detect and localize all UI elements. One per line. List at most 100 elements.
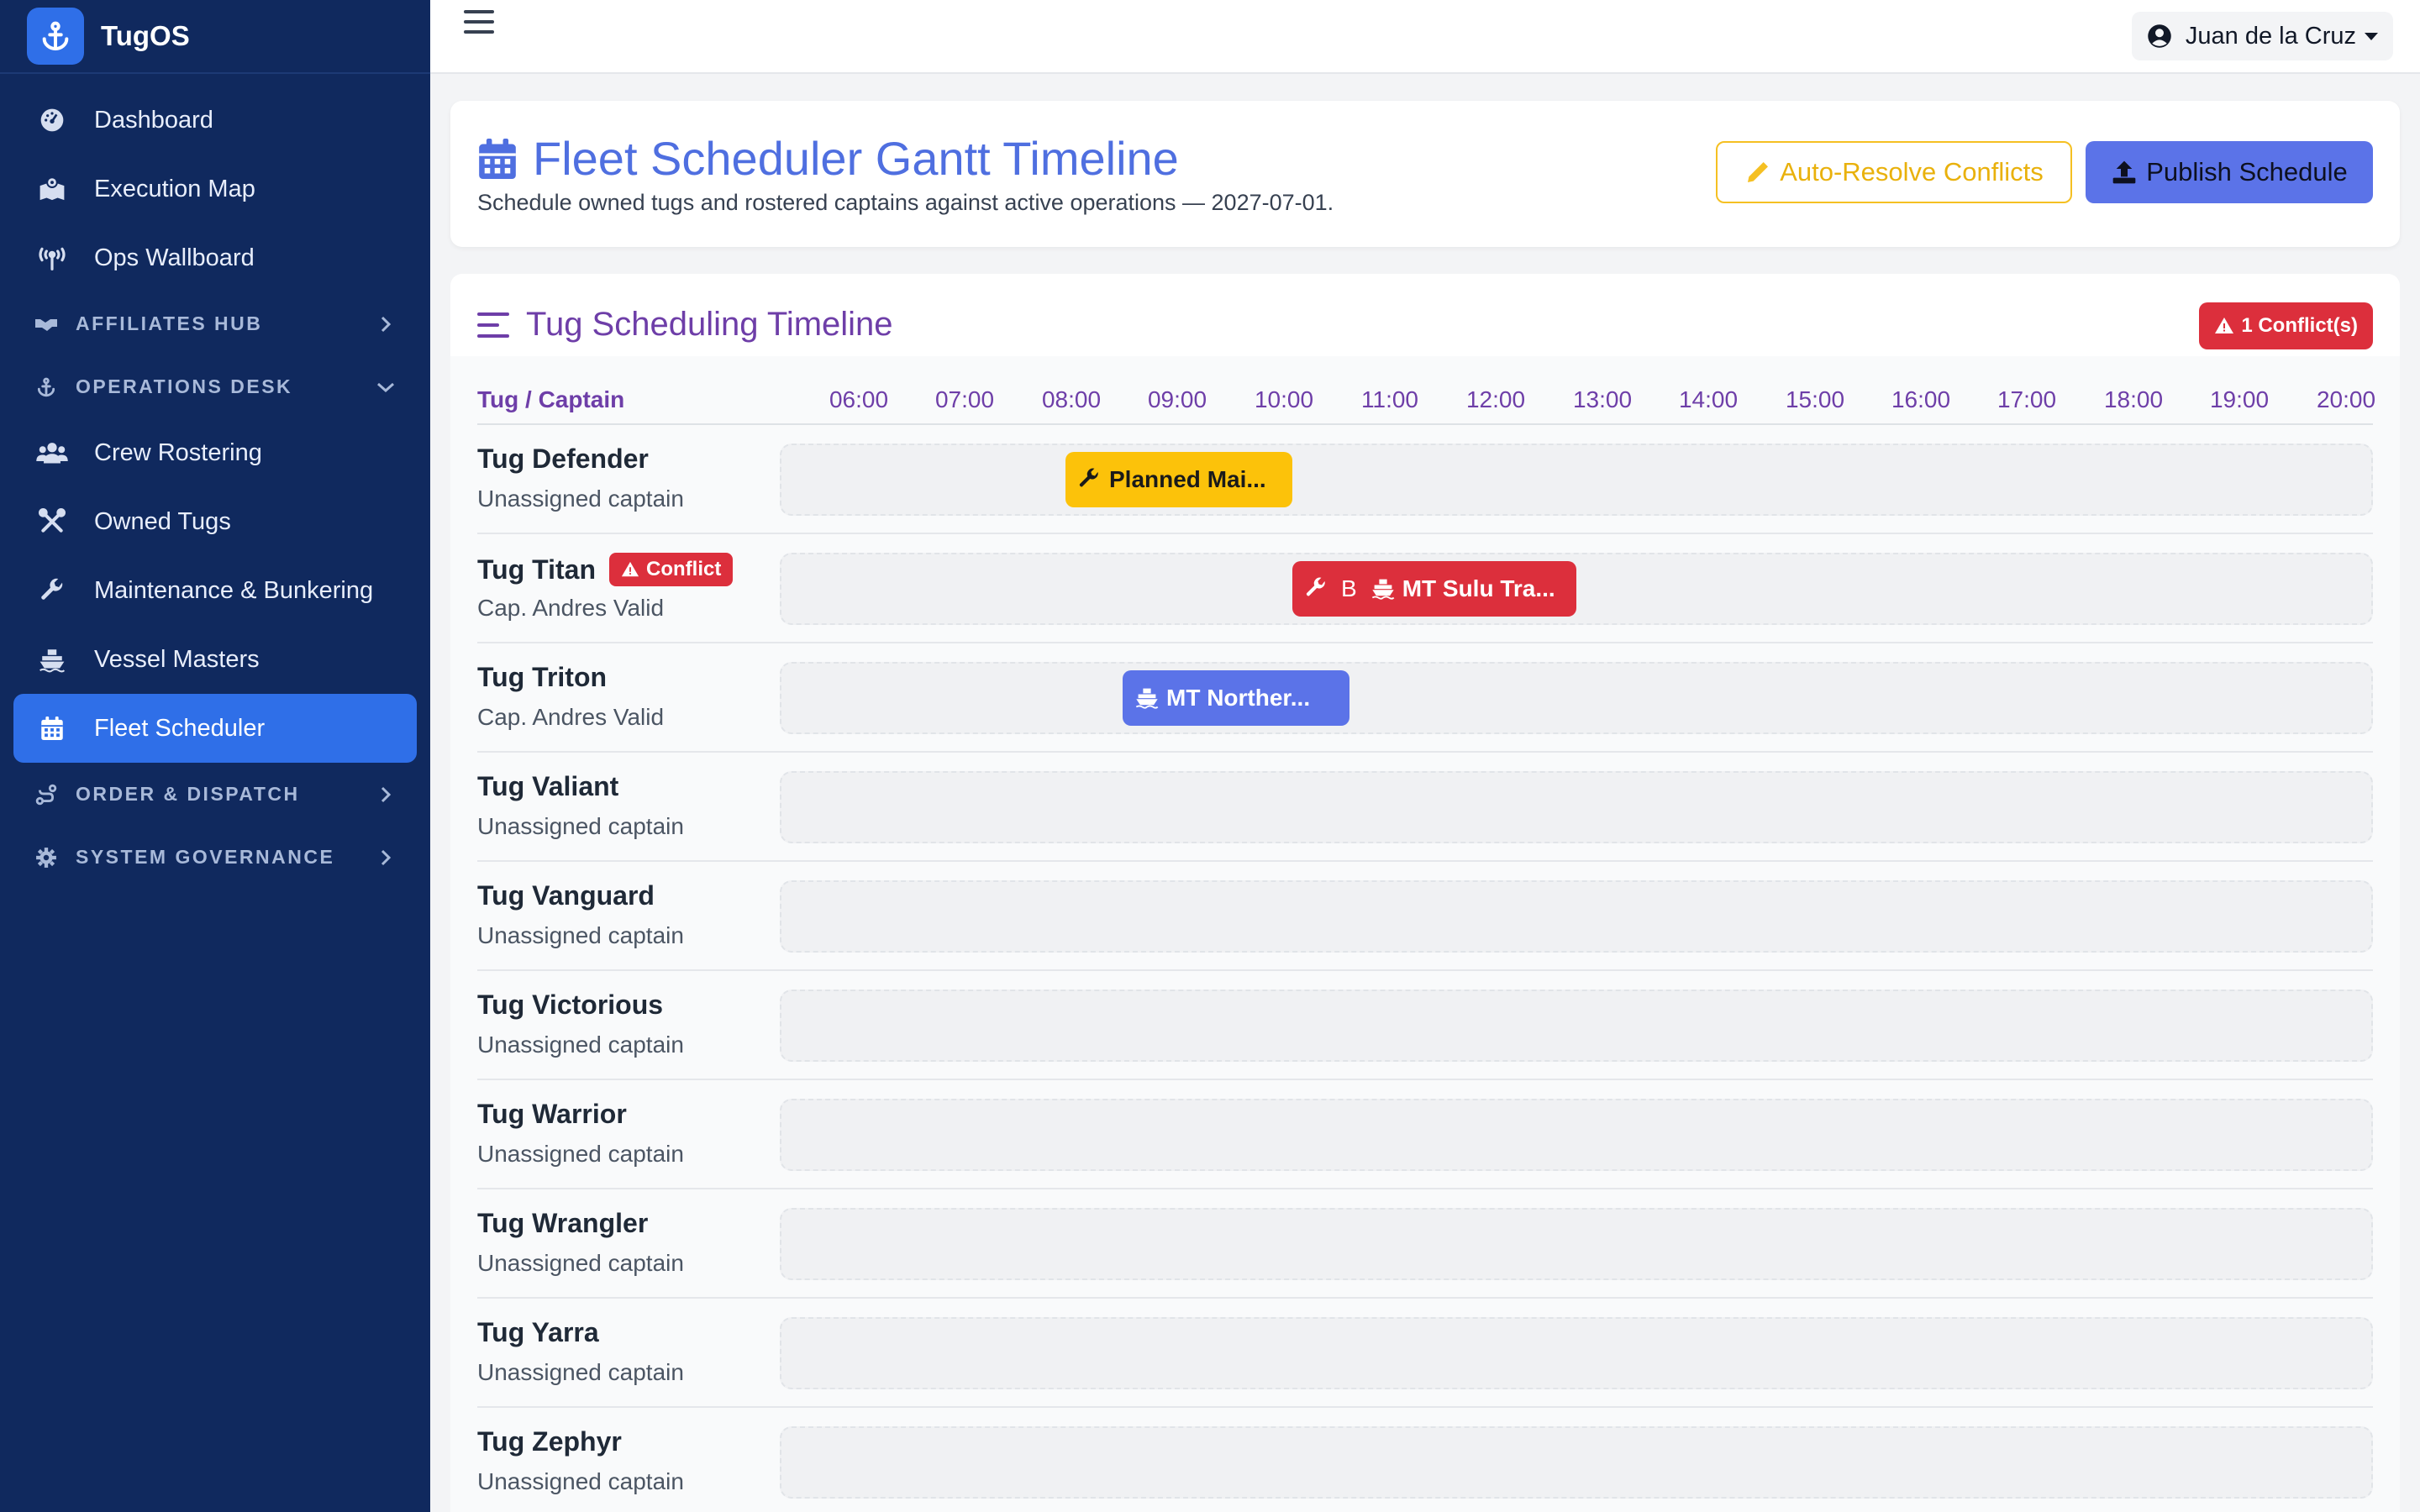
- timeline-track[interactable]: [780, 1208, 2373, 1280]
- timeline-track[interactable]: [780, 1317, 2373, 1389]
- hour-label: 17:00: [1996, 386, 2057, 412]
- user-menu[interactable]: Juan de la Cruz: [2131, 12, 2393, 60]
- page-title: Fleet Scheduler Gantt Timeline: [477, 131, 1179, 186]
- publish-label: Publish Schedule: [2146, 157, 2348, 186]
- wrench-icon: [35, 574, 69, 607]
- wrench-icon: [1077, 467, 1102, 492]
- table-row: Tug Valiant Unassigned captain: [477, 753, 2373, 862]
- sidebar-item-ops-wallboard[interactable]: Ops Wallboard: [13, 223, 417, 292]
- gauge-icon: [35, 103, 69, 137]
- hamburger-menu-icon[interactable]: [464, 7, 494, 37]
- auto-resolve-button[interactable]: Auto-Resolve Conflicts: [1716, 141, 2072, 203]
- timeline-track[interactable]: Planned Mai...: [780, 444, 2373, 516]
- captain-name: Unassigned captain: [477, 1468, 684, 1494]
- tug-name: Tug Wrangler: [477, 1208, 648, 1239]
- section-operations-desk[interactable]: OPERATIONS DESK: [0, 355, 430, 418]
- captain-name: Unassigned captain: [477, 813, 684, 839]
- gear-icon: [34, 845, 59, 870]
- users-icon: [35, 436, 69, 470]
- auto-resolve-label: Auto-Resolve Conflicts: [1780, 157, 2044, 186]
- tug-name-text: Tug Warrior: [477, 1099, 627, 1129]
- bar-label-operation: MT Sulu Tra...: [1402, 575, 1555, 601]
- captain-name: Unassigned captain: [477, 1359, 684, 1385]
- section-system-governance[interactable]: SYSTEM GOVERNANCE: [0, 826, 430, 889]
- bar-label-maintenance: B: [1341, 575, 1357, 601]
- ship-icon: [1370, 576, 1396, 601]
- tug-name: Tug Triton: [477, 662, 607, 693]
- hours-header-row: Tug / Captain 06:00 07:00 08:00 09:00 10…: [477, 356, 2375, 425]
- section-order-dispatch[interactable]: ORDER & DISPATCH: [0, 763, 430, 826]
- sidebar-item-dashboard[interactable]: Dashboard: [13, 86, 417, 155]
- sidebar-nav: Dashboard Execution Map Ops Wallboard AF…: [0, 74, 430, 889]
- timeline-track[interactable]: [780, 771, 2373, 843]
- section-affiliates-hub[interactable]: AFFILIATES HUB: [0, 292, 430, 355]
- brand[interactable]: TugOS: [0, 0, 430, 74]
- sidebar-item-label: Fleet Scheduler: [94, 714, 266, 742]
- pencil-icon: [1744, 159, 1771, 186]
- ship-icon: [1134, 685, 1160, 711]
- table-row: Tug Yarra Unassigned captain: [477, 1299, 2373, 1408]
- page-subtitle: Schedule owned tugs and rostered captain…: [477, 190, 1334, 215]
- schedule-bar-operation[interactable]: MT Norther...: [1123, 670, 1349, 726]
- captain-name: Cap. Andres Valid: [477, 704, 665, 730]
- section-label: SYSTEM GOVERNANCE: [76, 846, 335, 868]
- timeline-header: Tug Scheduling Timeline 1 Conflict(s): [450, 274, 2400, 356]
- align-left-icon: [477, 311, 509, 339]
- tug-name: Tug Warrior: [477, 1099, 627, 1130]
- table-row: Tug Triton Cap. Andres Valid MT Norther.…: [477, 643, 2373, 753]
- sidebar-item-owned-tugs[interactable]: Owned Tugs: [13, 487, 417, 556]
- sidebar-item-fleet-scheduler[interactable]: Fleet Scheduler: [13, 694, 417, 763]
- table-row: Tug Warrior Unassigned captain: [477, 1080, 2373, 1189]
- bar-label: MT Norther...: [1166, 685, 1311, 711]
- tug-name: Tug Zephyr: [477, 1426, 622, 1457]
- tools-icon: [35, 505, 69, 538]
- calendar-icon: [35, 711, 69, 745]
- app-name: TugOS: [101, 20, 190, 51]
- calendar-icon: [477, 135, 519, 182]
- conflict-badge: Conflict: [609, 553, 734, 586]
- user-circle-icon: [2147, 24, 2172, 49]
- tug-name: Tug Valiant: [477, 771, 618, 802]
- tug-name: Tug Titan Conflict: [477, 553, 734, 586]
- timeline-track[interactable]: [780, 990, 2373, 1062]
- publish-schedule-button[interactable]: Publish Schedule: [2086, 141, 2373, 203]
- schedule-bar-maintenance[interactable]: Planned Mai...: [1065, 452, 1292, 507]
- table-row: Tug Victorious Unassigned captain: [477, 971, 2373, 1080]
- tug-name-text: Tug Titan: [477, 554, 597, 585]
- timeline-track[interactable]: B MT Sulu Tra...: [780, 553, 2373, 625]
- table-row: Tug Vanguard Unassigned captain: [477, 862, 2373, 971]
- timeline-track[interactable]: [780, 880, 2373, 953]
- timeline-track[interactable]: MT Norther...: [780, 662, 2373, 734]
- hour-label: 16:00: [1891, 386, 1951, 412]
- conflict-count-label: 1 Conflict(s): [2241, 314, 2358, 337]
- sidebar-item-label: Dashboard: [94, 106, 213, 134]
- sidebar-item-label: Maintenance & Bunkering: [94, 576, 374, 604]
- sidebar-item-vessel-masters[interactable]: Vessel Masters: [13, 625, 417, 694]
- hour-label: 12:00: [1465, 386, 1526, 412]
- section-label: OPERATIONS DESK: [76, 375, 293, 397]
- sidebar-item-label: Execution Map: [94, 175, 255, 202]
- sidebar-item-label: Crew Rostering: [94, 438, 262, 466]
- sidebar-item-execution-map[interactable]: Execution Map: [13, 155, 417, 223]
- hour-label: 08:00: [1041, 386, 1102, 412]
- route-icon: [34, 782, 59, 807]
- sidebar-item-maintenance-bunkering[interactable]: Maintenance & Bunkering: [13, 556, 417, 625]
- page-header-card: Fleet Scheduler Gantt Timeline Schedule …: [450, 101, 2400, 247]
- handshake-icon: [34, 312, 59, 337]
- upload-icon: [2111, 159, 2138, 186]
- chevron-right-icon: [375, 847, 397, 869]
- anchor-logo-icon: [27, 8, 84, 65]
- chevron-right-icon: [375, 313, 397, 335]
- hour-label: 13:00: [1572, 386, 1633, 412]
- timeline-track[interactable]: [780, 1426, 2373, 1499]
- warning-triangle-icon: [2214, 316, 2234, 336]
- tug-name-text: Tug Defender: [477, 444, 649, 474]
- captain-name: Unassigned captain: [477, 1141, 684, 1167]
- timeline-track[interactable]: [780, 1099, 2373, 1171]
- schedule-bar-conflict[interactable]: B MT Sulu Tra...: [1292, 561, 1576, 617]
- anchor-icon: [34, 375, 59, 400]
- sidebar-item-crew-rostering[interactable]: Crew Rostering: [13, 418, 417, 487]
- broadcast-tower-icon: [35, 241, 69, 275]
- tug-name: Tug Victorious: [477, 990, 663, 1021]
- chevron-right-icon: [375, 784, 397, 806]
